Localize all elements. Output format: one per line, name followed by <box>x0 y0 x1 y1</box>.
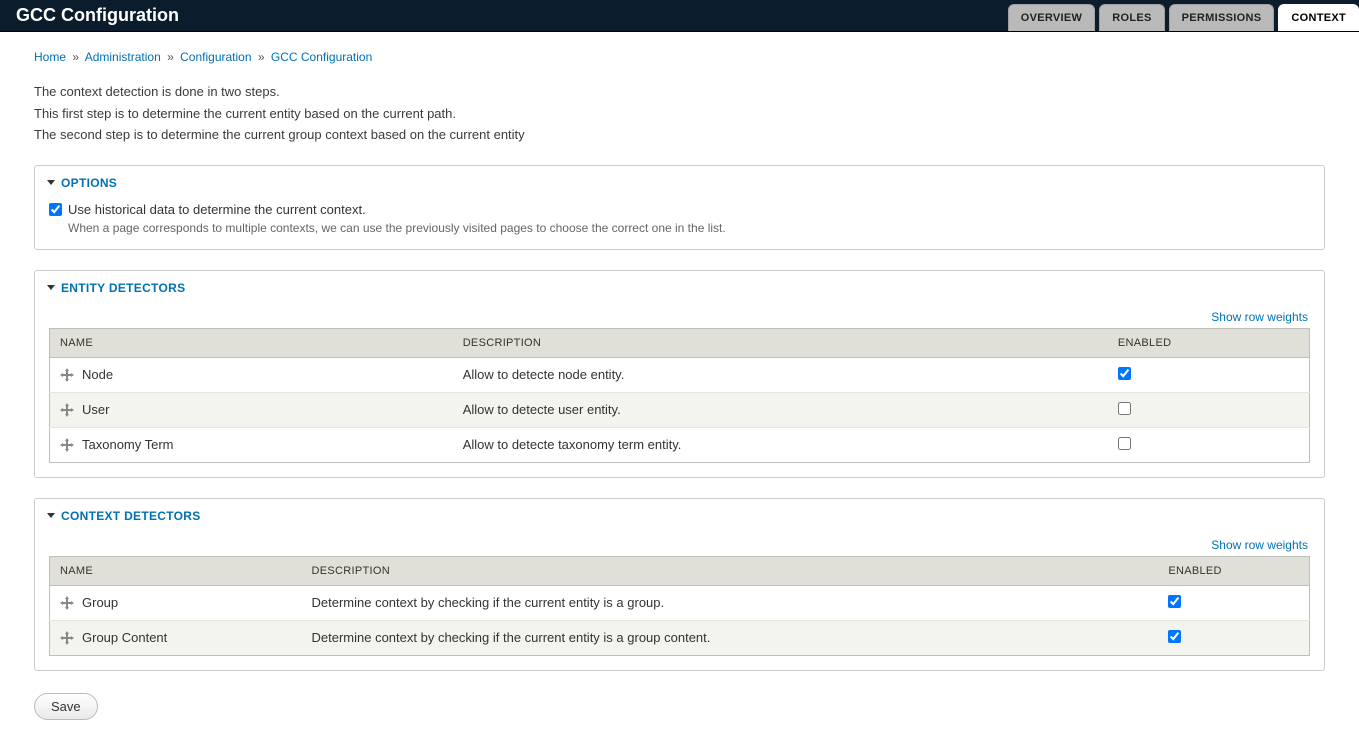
historical-label: Use historical data to determine the cur… <box>68 202 366 217</box>
row-name: Node <box>82 367 113 382</box>
row-description: Allow to detecte node entity. <box>453 357 1108 392</box>
row-description: Allow to detecte taxonomy term entity. <box>453 427 1108 462</box>
col-description-header: DESCRIPTION <box>302 556 1159 585</box>
col-name-header: NAME <box>50 556 302 585</box>
table-row: Group Determine context by checking if t… <box>50 585 1310 620</box>
entity-detectors-body: Show row weights NAME DESCRIPTION ENABLE… <box>35 301 1324 477</box>
breadcrumb-administration[interactable]: Administration <box>85 50 161 64</box>
context-detectors-table: NAME DESCRIPTION ENABLED Group Determ <box>49 556 1310 656</box>
options-legend[interactable]: Options <box>35 166 1324 196</box>
options-title: Options <box>61 176 117 190</box>
row-description: Allow to detecte user entity. <box>453 392 1108 427</box>
row-description: Determine context by checking if the cur… <box>302 585 1159 620</box>
row-name: User <box>82 402 109 417</box>
intro-line-2: This first step is to determine the curr… <box>34 104 1325 124</box>
col-enabled-header: ENABLED <box>1158 556 1309 585</box>
tab-permissions[interactable]: PERMISSIONS <box>1169 4 1275 31</box>
context-detectors-title: Context Detectors <box>61 509 201 523</box>
context-row-weights: Show row weights <box>51 537 1308 552</box>
drag-handle-icon[interactable] <box>60 438 74 452</box>
options-body: Use historical data to determine the cur… <box>35 196 1324 249</box>
entity-detectors-fieldset: Entity Detectors Show row weights NAME D… <box>34 270 1325 478</box>
show-row-weights-link[interactable]: Show row weights <box>1211 310 1308 324</box>
entity-detectors-table: NAME DESCRIPTION ENABLED Node Allow t <box>49 328 1310 463</box>
entity-row-weights: Show row weights <box>51 309 1308 324</box>
table-row: Node Allow to detecte node entity. <box>50 357 1310 392</box>
entity-detectors-legend[interactable]: Entity Detectors <box>35 271 1324 301</box>
row-description: Determine context by checking if the cur… <box>302 620 1159 655</box>
col-name-header: NAME <box>50 328 453 357</box>
context-detectors-fieldset: Context Detectors Show row weights NAME … <box>34 498 1325 671</box>
breadcrumb-sep: » <box>258 50 265 64</box>
tabs: OVERVIEW ROLES PERMISSIONS CONTEXT <box>1004 4 1359 31</box>
row-enabled-checkbox[interactable] <box>1118 402 1131 415</box>
page-title: GCC Configuration <box>16 5 179 26</box>
row-enabled-checkbox[interactable] <box>1168 595 1181 608</box>
breadcrumb: Home » Administration » Configuration » … <box>34 50 1325 64</box>
save-button[interactable]: Save <box>34 693 98 720</box>
table-row: Taxonomy Term Allow to detecte taxonomy … <box>50 427 1310 462</box>
option-historical-row: Use historical data to determine the cur… <box>49 202 1310 217</box>
breadcrumb-sep: » <box>72 50 79 64</box>
breadcrumb-configuration[interactable]: Configuration <box>180 50 251 64</box>
entity-detectors-title: Entity Detectors <box>61 281 185 295</box>
drag-handle-icon[interactable] <box>60 596 74 610</box>
chevron-down-icon <box>47 513 55 518</box>
intro-text: The context detection is done in two ste… <box>34 82 1325 145</box>
breadcrumb-sep: » <box>167 50 174 64</box>
row-name: Group <box>82 595 118 610</box>
col-enabled-header: ENABLED <box>1108 328 1310 357</box>
table-row: User Allow to detecte user entity. <box>50 392 1310 427</box>
content: Home » Administration » Configuration » … <box>0 32 1359 744</box>
historical-description: When a page corresponds to multiple cont… <box>68 221 1310 235</box>
show-row-weights-link[interactable]: Show row weights <box>1211 538 1308 552</box>
row-enabled-checkbox[interactable] <box>1168 630 1181 643</box>
tab-context[interactable]: CONTEXT <box>1278 4 1359 31</box>
header-bar: GCC Configuration OVERVIEW ROLES PERMISS… <box>0 0 1359 32</box>
row-name: Group Content <box>82 630 167 645</box>
historical-checkbox[interactable] <box>49 203 62 216</box>
row-enabled-checkbox[interactable] <box>1118 437 1131 450</box>
options-fieldset: Options Use historical data to determine… <box>34 165 1325 250</box>
intro-line-1: The context detection is done in two ste… <box>34 82 1325 102</box>
context-detectors-body: Show row weights NAME DESCRIPTION ENABLE… <box>35 529 1324 670</box>
chevron-down-icon <box>47 180 55 185</box>
drag-handle-icon[interactable] <box>60 403 74 417</box>
breadcrumb-gcc-configuration[interactable]: GCC Configuration <box>271 50 372 64</box>
intro-line-3: The second step is to determine the curr… <box>34 125 1325 145</box>
row-name: Taxonomy Term <box>82 437 174 452</box>
row-enabled-checkbox[interactable] <box>1118 367 1131 380</box>
tab-overview[interactable]: OVERVIEW <box>1008 4 1096 31</box>
chevron-down-icon <box>47 285 55 290</box>
context-detectors-legend[interactable]: Context Detectors <box>35 499 1324 529</box>
breadcrumb-home[interactable]: Home <box>34 50 66 64</box>
col-description-header: DESCRIPTION <box>453 328 1108 357</box>
drag-handle-icon[interactable] <box>60 368 74 382</box>
drag-handle-icon[interactable] <box>60 631 74 645</box>
table-row: Group Content Determine context by check… <box>50 620 1310 655</box>
tab-roles[interactable]: ROLES <box>1099 4 1164 31</box>
